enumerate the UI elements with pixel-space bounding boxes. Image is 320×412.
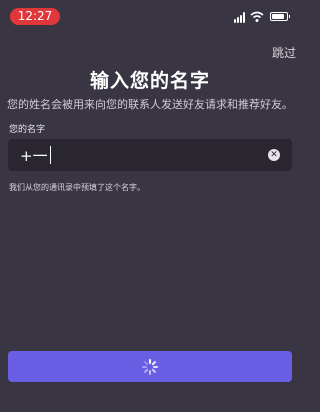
battery-icon (270, 12, 290, 21)
text-cursor (50, 146, 51, 164)
name-field-label: 您的名字 (9, 125, 46, 135)
name-input-value: +一 (20, 147, 48, 165)
skip-button[interactable]: 跳过 (272, 44, 296, 61)
status-icons (228, 11, 290, 23)
name-input[interactable]: +一 ✕ (8, 139, 292, 171)
continue-button[interactable] (8, 351, 292, 382)
page-title: 输入您的名字 (89, 70, 210, 92)
prefill-helper-text: 我们从您的通讯录中预填了这个名字。 (9, 183, 145, 192)
spinner-icon (142, 358, 158, 375)
status-bar: 12:27 (0, 0, 300, 34)
page-subtitle: 您的姓名会被用来向您的联系人发送好友请求和推荐好友。 (7, 98, 293, 111)
wifi-icon (250, 11, 264, 22)
status-time: 12:27 (10, 8, 60, 25)
cellular-signal-icon (234, 11, 248, 23)
clear-icon[interactable]: ✕ (268, 149, 280, 161)
